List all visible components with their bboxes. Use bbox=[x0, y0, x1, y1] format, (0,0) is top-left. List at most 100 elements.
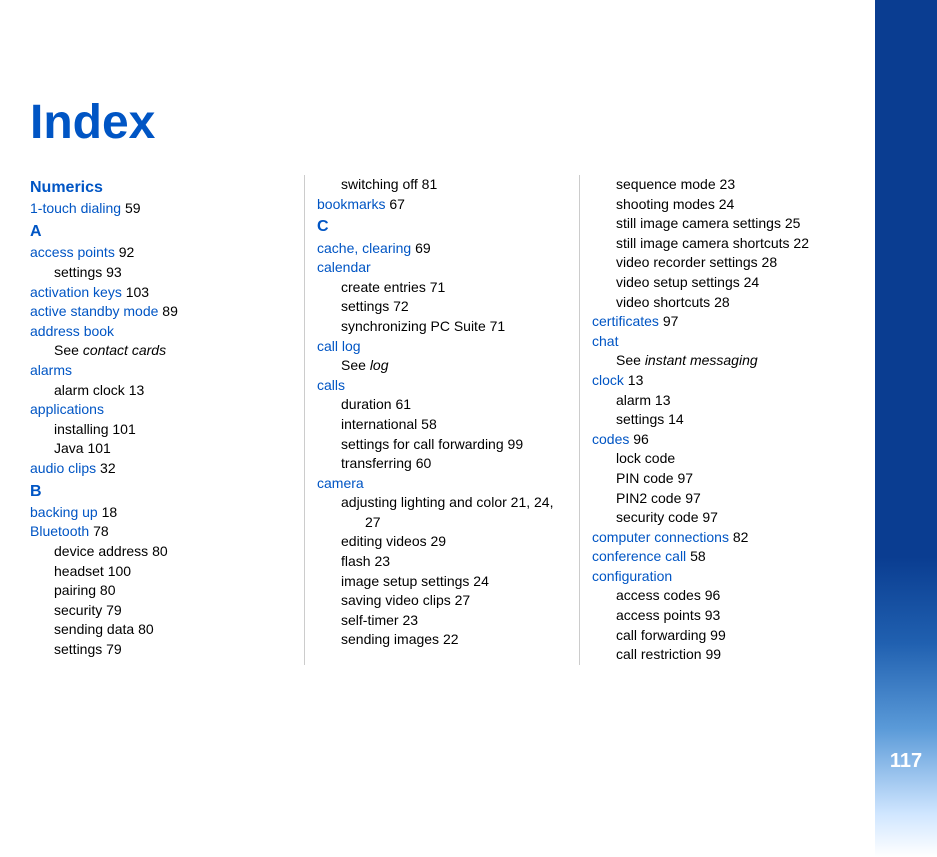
page-ref[interactable]: 79 bbox=[106, 602, 122, 618]
index-topic[interactable]: calendar bbox=[317, 259, 371, 275]
page-ref[interactable]: 97 bbox=[663, 313, 679, 329]
page-ref[interactable]: 32 bbox=[100, 460, 116, 476]
index-topic[interactable]: bookmarks bbox=[317, 196, 385, 212]
page-ref[interactable]: 80 bbox=[152, 543, 168, 559]
page-ref[interactable]: 29 bbox=[431, 533, 447, 549]
page-ref[interactable]: 97 bbox=[685, 490, 701, 506]
index-topic[interactable]: codes bbox=[592, 431, 629, 447]
index-topic[interactable]: access points bbox=[30, 244, 115, 260]
page-ref[interactable]: 22 bbox=[443, 631, 459, 647]
index-topic[interactable]: activation keys bbox=[30, 284, 122, 300]
page-ref[interactable]: 78 bbox=[93, 523, 109, 539]
index-topic[interactable]: applications bbox=[30, 401, 104, 417]
see-ref[interactable]: instant messaging bbox=[645, 352, 758, 368]
index-sub: lock code bbox=[616, 450, 675, 466]
page-ref[interactable]: 103 bbox=[126, 284, 149, 300]
index-sub: duration bbox=[341, 396, 392, 412]
index-topic[interactable]: clock bbox=[592, 372, 624, 388]
page-ref[interactable]: 71 bbox=[430, 279, 446, 295]
page-ref[interactable]: 13 bbox=[628, 372, 644, 388]
page-ref[interactable]: 71 bbox=[490, 318, 506, 334]
page-ref[interactable]: 97 bbox=[677, 470, 693, 486]
page-ref[interactable]: 58 bbox=[690, 548, 706, 564]
page-ref[interactable]: 79 bbox=[106, 641, 122, 657]
index-topic[interactable]: computer connections bbox=[592, 529, 729, 545]
see-prefix: See bbox=[341, 357, 370, 373]
index-topic[interactable]: alarms bbox=[30, 362, 72, 378]
page-ref[interactable]: 60 bbox=[416, 455, 432, 471]
page-ref[interactable]: 59 bbox=[125, 200, 141, 216]
page-ref[interactable]: 23 bbox=[374, 553, 390, 569]
page-ref[interactable]: 80 bbox=[100, 582, 116, 598]
page-ref[interactable]: 101 bbox=[87, 440, 110, 456]
index-sub: call forwarding bbox=[616, 627, 706, 643]
index-topic[interactable]: configuration bbox=[592, 568, 672, 584]
index-sub: alarm clock bbox=[54, 382, 125, 398]
index-sub: access points bbox=[616, 607, 701, 623]
index-topic[interactable]: 1-touch dialing bbox=[30, 200, 121, 216]
see-prefix: See bbox=[54, 342, 83, 358]
page-ref[interactable]: 92 bbox=[119, 244, 135, 260]
page-ref[interactable]: 81 bbox=[422, 176, 438, 192]
index-sub: image setup settings bbox=[341, 573, 469, 589]
index-sub: settings bbox=[54, 264, 102, 280]
page-ref[interactable]: 14 bbox=[668, 411, 684, 427]
page-ref[interactable]: 27 bbox=[365, 514, 381, 530]
page-ref[interactable]: 28 bbox=[714, 294, 730, 310]
see-ref[interactable]: log bbox=[370, 357, 389, 373]
page-ref[interactable]: 58 bbox=[421, 416, 437, 432]
page-ref[interactable]: 97 bbox=[702, 509, 718, 525]
index-sub: international bbox=[341, 416, 417, 432]
page-ref[interactable]: 82 bbox=[733, 529, 749, 545]
index-topic[interactable]: certificates bbox=[592, 313, 659, 329]
page-ref[interactable]: 61 bbox=[395, 396, 411, 412]
index-topic[interactable]: audio clips bbox=[30, 460, 96, 476]
index-sub: flash bbox=[341, 553, 371, 569]
index-topic[interactable]: cache, clearing bbox=[317, 240, 411, 256]
index-sub: settings bbox=[54, 641, 102, 657]
index-topic[interactable]: backing up bbox=[30, 504, 98, 520]
index-topic[interactable]: conference call bbox=[592, 548, 686, 564]
page-ref[interactable]: 101 bbox=[112, 421, 135, 437]
page-ref[interactable]: 69 bbox=[415, 240, 431, 256]
page-ref[interactable]: 13 bbox=[655, 392, 671, 408]
page-ref[interactable]: 22 bbox=[793, 235, 809, 251]
index-topic[interactable]: chat bbox=[592, 333, 618, 349]
page-ref[interactable]: 21, 24, bbox=[511, 494, 554, 510]
index-topic[interactable]: active standby mode bbox=[30, 303, 158, 319]
page-ref[interactable]: 93 bbox=[705, 607, 721, 623]
index-topic[interactable]: calls bbox=[317, 377, 345, 393]
index-sub: call restriction bbox=[616, 646, 702, 662]
page-ref[interactable]: 24 bbox=[719, 196, 735, 212]
page-ref[interactable]: 24 bbox=[744, 274, 760, 290]
page-ref[interactable]: 25 bbox=[785, 215, 801, 231]
page-ref[interactable]: 27 bbox=[455, 592, 471, 608]
index-topic[interactable]: address book bbox=[30, 323, 114, 339]
page-ref[interactable]: 96 bbox=[705, 587, 721, 603]
index-sub: headset bbox=[54, 563, 104, 579]
page-ref[interactable]: 96 bbox=[633, 431, 649, 447]
page-ref[interactable]: 93 bbox=[106, 264, 122, 280]
page-ref[interactable]: 72 bbox=[393, 298, 409, 314]
page-ref[interactable]: 13 bbox=[129, 382, 145, 398]
index-sub: alarm bbox=[616, 392, 651, 408]
page-ref[interactable]: 67 bbox=[389, 196, 405, 212]
see-ref[interactable]: contact cards bbox=[83, 342, 166, 358]
page-ref[interactable]: 89 bbox=[162, 303, 178, 319]
page-ref[interactable]: 23 bbox=[720, 176, 736, 192]
index-topic[interactable]: camera bbox=[317, 475, 364, 491]
index-column-3: sequence mode 23 shooting modes 24 still… bbox=[580, 175, 855, 665]
page-ref[interactable]: 99 bbox=[508, 436, 524, 452]
page-ref[interactable]: 28 bbox=[762, 254, 778, 270]
page-ref[interactable]: 24 bbox=[473, 573, 489, 589]
page-ref[interactable]: 18 bbox=[102, 504, 118, 520]
page-ref[interactable]: 99 bbox=[710, 627, 726, 643]
page-ref[interactable]: 23 bbox=[402, 612, 418, 628]
page-ref[interactable]: 100 bbox=[108, 563, 131, 579]
index-sub: still image camera shortcuts bbox=[616, 235, 790, 251]
page-ref[interactable]: 80 bbox=[138, 621, 154, 637]
index-topic[interactable]: call log bbox=[317, 338, 361, 354]
index-topic[interactable]: Bluetooth bbox=[30, 523, 89, 539]
page-ref[interactable]: 99 bbox=[705, 646, 721, 662]
index-sub: settings bbox=[616, 411, 664, 427]
